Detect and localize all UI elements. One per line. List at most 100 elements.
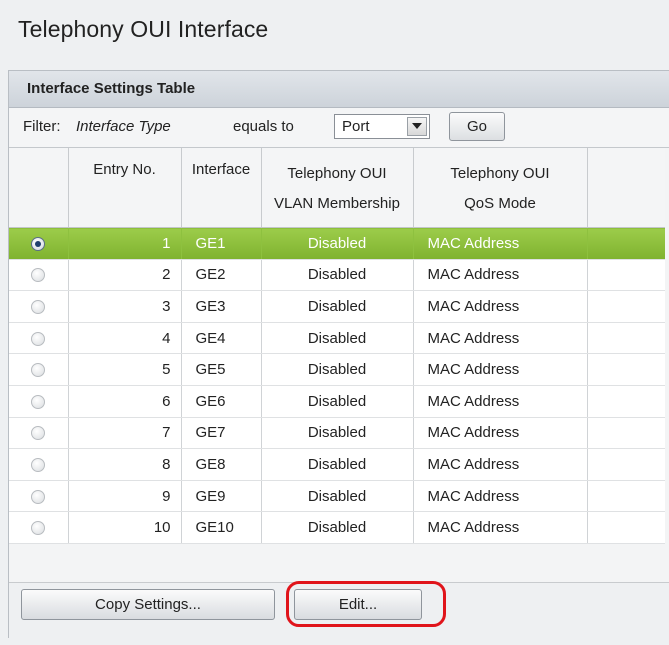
- go-button[interactable]: Go: [449, 112, 505, 141]
- table-row[interactable]: 5 GE5 Disabled MAC Address: [9, 353, 665, 386]
- extra-cell: [587, 448, 665, 481]
- header-qos-line1: Telephony OUI: [450, 165, 550, 182]
- entry-no-cell: 6: [68, 385, 182, 418]
- interface-cell: GE9: [181, 480, 262, 513]
- vlan-membership-cell: Disabled: [261, 259, 414, 292]
- page-title: Telephony OUI Interface: [18, 16, 269, 42]
- interface-cell: GE2: [181, 259, 262, 292]
- interface-cell: GE4: [181, 322, 262, 355]
- vlan-membership-cell: Disabled: [261, 227, 414, 260]
- extra-cell: [587, 511, 665, 544]
- row-select-radio[interactable]: [9, 259, 69, 292]
- header-interface: Interface: [181, 148, 262, 228]
- header-qos-mode: Telephony OUI QoS Mode: [413, 148, 588, 228]
- table-row[interactable]: 9 GE9 Disabled MAC Address: [9, 480, 665, 513]
- qos-mode-cell: MAC Address: [413, 259, 588, 292]
- interface-cell: GE3: [181, 290, 262, 323]
- header-vlan-line1: Telephony OUI: [287, 165, 387, 182]
- vlan-membership-cell: Disabled: [261, 353, 414, 386]
- interface-cell: GE10: [181, 511, 262, 544]
- header-select: [9, 148, 69, 228]
- table-row[interactable]: 4 GE4 Disabled MAC Address: [9, 322, 665, 355]
- table-row[interactable]: 1 GE1 Disabled MAC Address: [9, 227, 665, 260]
- qos-mode-cell: MAC Address: [413, 385, 588, 418]
- qos-mode-cell: MAC Address: [413, 480, 588, 513]
- entry-no-cell: 10: [68, 511, 182, 544]
- row-select-radio[interactable]: [9, 290, 69, 323]
- entry-no-cell: 3: [68, 290, 182, 323]
- table-row[interactable]: 2 GE2 Disabled MAC Address: [9, 259, 665, 292]
- qos-mode-cell: MAC Address: [413, 353, 588, 386]
- chevron-down-icon[interactable]: [407, 117, 427, 136]
- header-qos-line2: QoS Mode: [464, 195, 536, 212]
- radio-button-icon[interactable]: [31, 268, 46, 283]
- radio-button-icon[interactable]: [31, 457, 46, 472]
- header-entry-no: Entry No.: [68, 148, 182, 228]
- extra-cell: [587, 417, 665, 450]
- row-select-radio[interactable]: [9, 353, 69, 386]
- filter-label: Filter:: [23, 118, 61, 135]
- radio-button-icon[interactable]: [31, 363, 46, 378]
- entry-no-cell: 1: [68, 227, 182, 260]
- action-bar: Copy Settings... Edit...: [9, 581, 669, 638]
- radio-button-icon[interactable]: [31, 300, 46, 315]
- entry-no-cell: 8: [68, 448, 182, 481]
- qos-mode-cell: MAC Address: [413, 290, 588, 323]
- edit-highlight-ring: [286, 581, 446, 627]
- radio-button-icon[interactable]: [31, 236, 46, 251]
- vlan-membership-cell: Disabled: [261, 290, 414, 323]
- entry-no-cell: 5: [68, 353, 182, 386]
- panel-header: Interface Settings Table: [9, 71, 669, 108]
- entry-no-cell: 4: [68, 322, 182, 355]
- extra-cell: [587, 353, 665, 386]
- vlan-membership-cell: Disabled: [261, 417, 414, 450]
- interface-cell: GE5: [181, 353, 262, 386]
- filter-bar: Filter: Interface Type equals to Port Go: [9, 108, 669, 148]
- copy-settings-button[interactable]: Copy Settings...: [21, 589, 275, 620]
- row-select-radio[interactable]: [9, 417, 69, 450]
- radio-button-icon[interactable]: [31, 426, 46, 441]
- extra-cell: [587, 290, 665, 323]
- radio-button-icon[interactable]: [31, 331, 46, 346]
- table-row[interactable]: 7 GE7 Disabled MAC Address: [9, 417, 665, 450]
- row-select-radio[interactable]: [9, 227, 69, 260]
- entry-no-cell: 7: [68, 417, 182, 450]
- vlan-membership-cell: Disabled: [261, 480, 414, 513]
- header-extra: [587, 148, 665, 228]
- radio-button-icon[interactable]: [31, 394, 46, 409]
- entry-no-cell: 9: [68, 480, 182, 513]
- row-select-radio[interactable]: [9, 480, 69, 513]
- interface-cell: GE8: [181, 448, 262, 481]
- vlan-membership-cell: Disabled: [261, 322, 414, 355]
- interface-settings-panel: Interface Settings Table Filter: Interfa…: [8, 70, 669, 638]
- table-row[interactable]: 6 GE6 Disabled MAC Address: [9, 385, 665, 418]
- row-select-radio[interactable]: [9, 511, 69, 544]
- qos-mode-cell: MAC Address: [413, 511, 588, 544]
- qos-mode-cell: MAC Address: [413, 322, 588, 355]
- qos-mode-cell: MAC Address: [413, 227, 588, 260]
- row-select-radio[interactable]: [9, 385, 69, 418]
- row-select-radio[interactable]: [9, 448, 69, 481]
- radio-button-icon[interactable]: [31, 521, 46, 536]
- table-row[interactable]: 3 GE3 Disabled MAC Address: [9, 290, 665, 323]
- extra-cell: [587, 259, 665, 292]
- entry-no-cell: 2: [68, 259, 182, 292]
- filter-field-label: Interface Type: [76, 118, 171, 135]
- filter-operator-label: equals to: [233, 118, 294, 135]
- qos-mode-cell: MAC Address: [413, 448, 588, 481]
- row-select-radio[interactable]: [9, 322, 69, 355]
- vlan-membership-cell: Disabled: [261, 448, 414, 481]
- interface-type-select[interactable]: Port: [334, 114, 430, 139]
- interface-cell: GE7: [181, 417, 262, 450]
- qos-mode-cell: MAC Address: [413, 417, 588, 450]
- extra-cell: [587, 322, 665, 355]
- interface-type-select-value: Port: [342, 118, 370, 135]
- radio-button-icon[interactable]: [31, 489, 46, 504]
- interface-cell: GE6: [181, 385, 262, 418]
- table-header-row: Entry No. Interface Telephony OUI VLAN M…: [9, 148, 665, 228]
- table-row[interactable]: 8 GE8 Disabled MAC Address: [9, 448, 665, 481]
- extra-cell: [587, 385, 665, 418]
- header-vlan-membership: Telephony OUI VLAN Membership: [261, 148, 414, 228]
- vlan-membership-cell: Disabled: [261, 511, 414, 544]
- table-row[interactable]: 10 GE10 Disabled MAC Address: [9, 511, 665, 544]
